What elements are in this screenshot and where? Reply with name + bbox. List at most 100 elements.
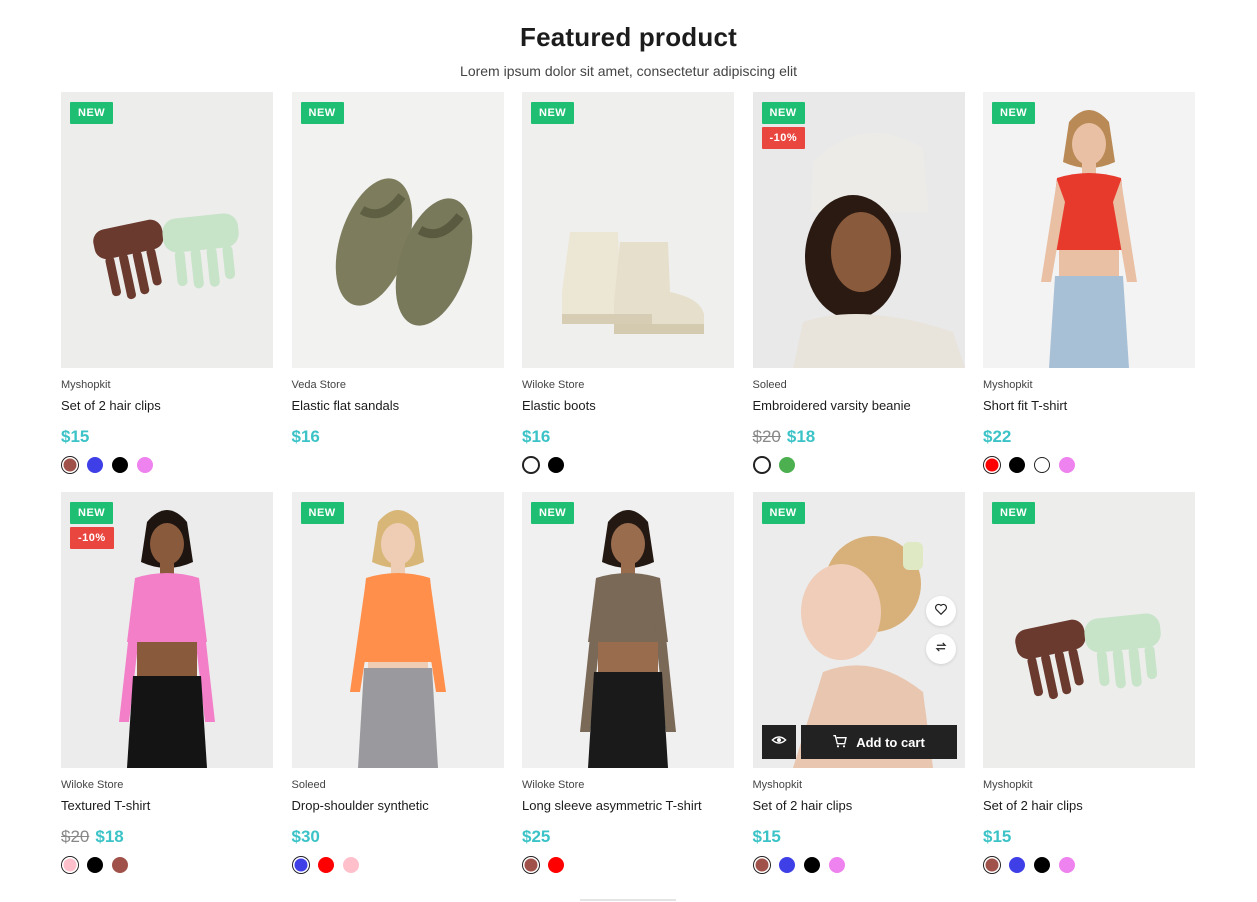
product-card[interactable]: NEW Wiloke Store Elastic boots $16 [522,92,734,492]
product-card[interactable]: NEW Wiloke Store Long sleeve asymmetric … [522,492,734,892]
product-name[interactable]: Set of 2 hair clips [753,798,853,813]
color-swatch[interactable] [1034,857,1050,873]
new-badge: NEW [992,102,1036,124]
color-swatch[interactable] [342,857,359,873]
product-card[interactable]: NEW Soleed Drop-shoulder synthetic $30 [291,492,504,892]
product-price: $20 $18 [61,827,124,847]
new-badge: NEW [300,102,344,124]
new-badge: NEW [531,102,575,124]
product-price: $22 [983,427,1011,447]
product-name[interactable]: Textured T-shirt [61,798,150,813]
sale-price: $15 [983,827,1012,846]
product-image[interactable]: NEW [61,92,273,368]
carousel-scrollbar[interactable] [580,899,676,901]
product-vendor[interactable]: Wiloke Store [522,379,584,391]
product-price: $16 [522,427,550,447]
product-card[interactable]: NEW Veda Store Elastic flat sandals $16 [291,92,504,492]
product-image[interactable]: NEW Add to cart [752,492,965,768]
product-vendor[interactable]: Myshopkit [61,379,111,391]
product-image[interactable]: NEW [983,92,1195,368]
product-price: $20 $18 [753,427,816,447]
new-badge: NEW [300,502,344,524]
sale-price: $18 [95,827,124,846]
color-swatches [984,857,1075,873]
product-image[interactable]: NEW [522,92,734,368]
product-image[interactable]: NEW -10% [61,492,273,768]
eye-icon [770,732,787,753]
color-swatch[interactable] [523,457,539,473]
color-swatch[interactable] [62,857,78,873]
product-name[interactable]: Long sleeve asymmetric T-shirt [522,798,702,813]
color-swatch[interactable] [984,457,1000,473]
color-swatch[interactable] [87,857,103,873]
sale-price: $30 [291,827,320,846]
color-swatch[interactable] [778,857,795,873]
product-card[interactable]: NEW Add to cart Myshopkit Set of 2 hair … [752,492,965,892]
product-card[interactable]: NEW Myshopkit Short fit T-shirt $22 [983,92,1195,492]
color-swatch[interactable] [1009,857,1025,873]
product-card[interactable]: NEW -10% Soleed Embroidered varsity beani… [752,92,965,492]
quick-view-button[interactable] [761,725,796,759]
product-vendor[interactable]: Myshopkit [753,779,803,791]
sale-price: $16 [291,427,320,446]
color-swatch[interactable] [1009,457,1025,473]
product-price: $30 [292,827,320,847]
color-swatch[interactable] [292,857,309,873]
product-card[interactable]: NEW Myshopkit Set of 2 hair clips $15 [983,492,1195,892]
color-swatch[interactable] [1059,857,1075,873]
color-swatches [984,457,1075,473]
add-to-cart-button[interactable]: Add to cart [800,725,957,759]
product-name[interactable]: Set of 2 hair clips [61,398,161,413]
sale-badge: -10% [761,127,806,149]
color-swatches [753,457,795,473]
color-swatch[interactable] [778,457,795,473]
color-swatch[interactable] [984,857,1000,873]
product-card[interactable]: NEW -10% Wiloke Store Textured T-shirt $2… [61,492,273,892]
product-image[interactable]: NEW [291,492,504,768]
product-vendor[interactable]: Myshopkit [983,379,1033,391]
product-image[interactable]: NEW [983,492,1195,768]
color-swatch[interactable] [753,457,770,473]
heart-icon [934,602,948,621]
color-swatches [292,857,359,873]
sale-price: $18 [786,427,816,446]
color-swatch[interactable] [753,857,770,873]
color-swatch[interactable] [828,857,845,873]
wishlist-button[interactable] [925,596,956,626]
color-swatch[interactable] [112,457,128,473]
color-swatch[interactable] [87,457,103,473]
product-name[interactable]: Elastic boots [522,398,596,413]
product-name[interactable]: Elastic flat sandals [292,398,400,413]
product-vendor[interactable]: Wiloke Store [522,779,584,791]
product-name[interactable]: Short fit T-shirt [983,398,1067,413]
new-badge: NEW [992,502,1036,524]
product-image[interactable]: NEW -10% [752,92,965,368]
product-image[interactable]: NEW [522,492,734,768]
color-swatch[interactable] [803,857,820,873]
product-image[interactable]: NEW [291,92,504,368]
product-card[interactable]: NEW Myshopkit Set of 2 hair clips $15 [61,92,273,492]
product-vendor[interactable]: Soleed [753,379,787,391]
product-name[interactable]: Drop-shoulder synthetic [292,798,429,813]
color-swatch[interactable] [548,457,564,473]
color-swatch[interactable] [1059,457,1075,473]
color-swatch[interactable] [62,457,78,473]
color-swatch[interactable] [1034,457,1050,473]
product-vendor[interactable]: Soleed [292,779,326,791]
product-name[interactable]: Embroidered varsity beanie [753,398,911,413]
compare-button[interactable] [925,634,956,664]
color-swatch[interactable] [523,857,539,873]
compare-icon [934,640,948,659]
color-swatch[interactable] [112,857,128,873]
product-vendor[interactable]: Wiloke Store [61,779,123,791]
product-name[interactable]: Set of 2 hair clips [983,798,1083,813]
product-vendor[interactable]: Veda Store [292,379,346,391]
product-vendor[interactable]: Myshopkit [983,779,1033,791]
color-swatch[interactable] [317,857,334,873]
product-price: $15 [983,827,1011,847]
color-swatches [753,857,845,873]
color-swatch[interactable] [137,457,153,473]
new-badge: NEW [70,502,114,524]
sale-badge: -10% [70,527,114,549]
color-swatch[interactable] [548,857,564,873]
